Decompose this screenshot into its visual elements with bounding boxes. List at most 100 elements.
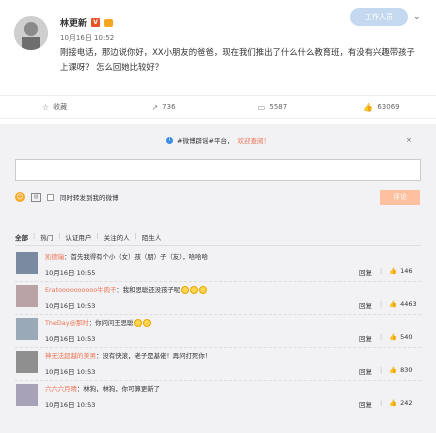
share-icon: ↗ (151, 102, 159, 112)
like-icon: 👍 (389, 267, 398, 275)
like-button[interactable]: 👍 63069 (327, 96, 436, 118)
comment-content: ：首先我得有个小（女）孩（朋）子（友），哈哈哈 (64, 253, 208, 261)
commenter-name[interactable]: 凯德瑞 (45, 253, 64, 261)
commenter-avatar[interactable] (16, 318, 38, 340)
filter-separator: | (134, 232, 137, 240)
separator: | (380, 300, 383, 308)
comment-like-button[interactable]: 👍 540 (389, 333, 413, 341)
repost-button[interactable]: ↗ 736 (109, 96, 218, 118)
like-icon: 👍 (389, 399, 398, 407)
weibo-post-page: 林更新 V 10月16日 10:52 刚接电话，那边说你好，XX小朋友的爸爸，现… (0, 0, 436, 433)
notice-text: #微博辟谣#平台， (177, 137, 234, 145)
commenter-avatar[interactable] (16, 252, 38, 274)
comment-item: 神无法超越的美男：没有快滚，老子是基佬！再问打死你！ 10月16日 10:53 … (15, 348, 421, 381)
commenter-name[interactable]: 六六六月晴 (45, 385, 77, 393)
comment-item: 六六六月晴：林狗，林狗，你可算更新了 10月16日 10:53 回复 | 👍 24… (15, 381, 421, 414)
forward-label: 同时转发到我的微博 (60, 194, 119, 202)
reply-button[interactable]: 回复 (359, 300, 372, 310)
comment-text: 神无法超越的美男：没有快滚，老子是基佬！再问打死你！ (45, 351, 211, 360)
comment-text: Eratoooooooooo牛肉干：我和思聪还没孩子呢 (45, 285, 208, 294)
submit-comment-button[interactable]: 评论 (380, 190, 420, 205)
filter-following[interactable]: 关注的人 (104, 232, 130, 242)
emoji-face-icon (134, 319, 143, 327)
comment-panel: i #微博辟谣#平台， 欢迎查阅！ × ☺ ▨ 同时转发到我的微博 评论 全部 … (0, 124, 436, 433)
commenter-avatar[interactable] (16, 351, 38, 373)
comment-like-count: 4463 (400, 300, 417, 308)
author-avatar[interactable] (14, 16, 48, 50)
rumor-notice: i #微博辟谣#平台， 欢迎查阅！ (8, 132, 428, 148)
comment-like-button[interactable]: 👍 146 (389, 267, 413, 275)
comment-time: 10月16日 10:53 (45, 368, 96, 376)
separator: | (380, 399, 383, 407)
commenter-name[interactable]: Eratoooooooooo牛肉干 (45, 286, 116, 294)
comment-time: 10月16日 10:55 (45, 269, 96, 277)
filter-hot[interactable]: 热门 (40, 232, 53, 242)
emoji-face-icon (181, 286, 190, 294)
comment-item: 凯德瑞：首先我得有个小（女）孩（朋）子（友），哈哈哈 10月16日 10:55 … (15, 249, 421, 282)
staff-badge: 工作人员 (350, 8, 408, 26)
chevron-down-icon[interactable]: ⌄ (413, 12, 421, 22)
comment-like-button[interactable]: 👍 830 (389, 366, 413, 374)
comment-time: 10月16日 10:53 (45, 401, 96, 409)
comment-item: Eratoooooooooo牛肉干：我和思聪还没孩子呢 10月16日 10:53… (15, 282, 421, 315)
divider (15, 245, 421, 246)
separator: | (380, 366, 383, 374)
star-icon: ☆ (41, 102, 50, 112)
comment-tools: ☺ ▨ 同时转发到我的微博 (15, 192, 119, 202)
like-count: 63069 (377, 103, 400, 111)
comment-like-count: 242 (400, 399, 413, 407)
comment-count: 5587 (269, 103, 288, 111)
comment-input[interactable] (15, 159, 421, 181)
close-icon[interactable]: × (406, 136, 412, 144)
comment-filters: 全部 | 热门 | 认证用户 | 关注的人 | 陌生人 (15, 232, 161, 242)
comment-text: 凯德瑞：首先我得有个小（女）孩（朋）子（友），哈哈哈 (45, 252, 208, 261)
comment-text: 六六六月晴：林狗，林狗，你可算更新了 (45, 384, 160, 393)
comment-item: TheDay@那时：你问问王思聪 10月16日 10:53 回复 | 👍 540 (15, 315, 421, 348)
comment-content: ：你问问王思聪 (88, 319, 134, 327)
like-icon: 👍 (389, 333, 398, 341)
author-name[interactable]: 林更新 (60, 16, 87, 29)
emoji-face-icon (190, 286, 199, 294)
image-icon[interactable]: ▨ (31, 192, 41, 202)
reply-button[interactable]: 回复 (359, 366, 372, 376)
like-icon: 👍 (389, 300, 398, 308)
comment-like-count: 146 (400, 267, 413, 275)
comment-content: ：没有快滚，老子是基佬！再问打死你！ (96, 352, 212, 360)
filter-strangers[interactable]: 陌生人 (142, 232, 162, 242)
comment-icon: ▭ (257, 102, 266, 112)
crown-icon (104, 18, 114, 27)
filter-separator: | (58, 232, 61, 240)
notice-link[interactable]: 欢迎查阅！ (237, 135, 270, 145)
comment-like-button[interactable]: 👍 242 (389, 399, 413, 407)
emoji-icon[interactable]: ☺ (15, 192, 25, 202)
post-author[interactable]: 林更新 V (60, 16, 114, 29)
emoji-face-icon (199, 286, 208, 294)
like-icon: 👍 (363, 102, 374, 112)
like-icon: 👍 (389, 366, 398, 374)
comment-like-button[interactable]: 👍 4463 (389, 300, 417, 308)
comment-list: 凯德瑞：首先我得有个小（女）孩（朋）子（友），哈哈哈 10月16日 10:55 … (15, 249, 421, 414)
post-body: 刚接电话，那边说你好，XX小朋友的爸爸，现在我们推出了什么什么教育班，有没有兴趣… (60, 47, 415, 72)
commenter-avatar[interactable] (16, 384, 38, 406)
separator: | (380, 267, 383, 275)
comment-time: 10月16日 10:53 (45, 302, 96, 310)
filter-verified[interactable]: 认证用户 (65, 232, 91, 242)
comment-text: TheDay@那时：你问问王思聪 (45, 318, 152, 327)
comment-content: ：我和思聪还没孩子呢 (116, 286, 181, 294)
comment-like-count: 830 (400, 366, 413, 374)
commenter-name[interactable]: TheDay@那时 (45, 319, 89, 327)
comment-button[interactable]: ▭ 5587 (218, 96, 327, 118)
reply-button[interactable]: 回复 (359, 267, 372, 277)
reply-button[interactable]: 回复 (359, 399, 372, 409)
post-action-bar: ☆ 收藏 ↗ 736 ▭ 5587 👍 63069 (0, 95, 436, 119)
favorite-button[interactable]: ☆ 收藏 (0, 96, 109, 118)
post-time[interactable]: 10月16日 10:52 (60, 33, 114, 43)
commenter-name[interactable]: 神无法超越的美男 (45, 352, 96, 360)
verified-icon: V (91, 18, 101, 27)
commenter-avatar[interactable] (16, 285, 38, 307)
forward-checkbox[interactable] (47, 193, 54, 201)
filter-all[interactable]: 全部 (15, 232, 28, 242)
filter-separator: | (96, 232, 99, 240)
info-icon: i (166, 136, 174, 144)
reply-button[interactable]: 回复 (359, 333, 372, 343)
